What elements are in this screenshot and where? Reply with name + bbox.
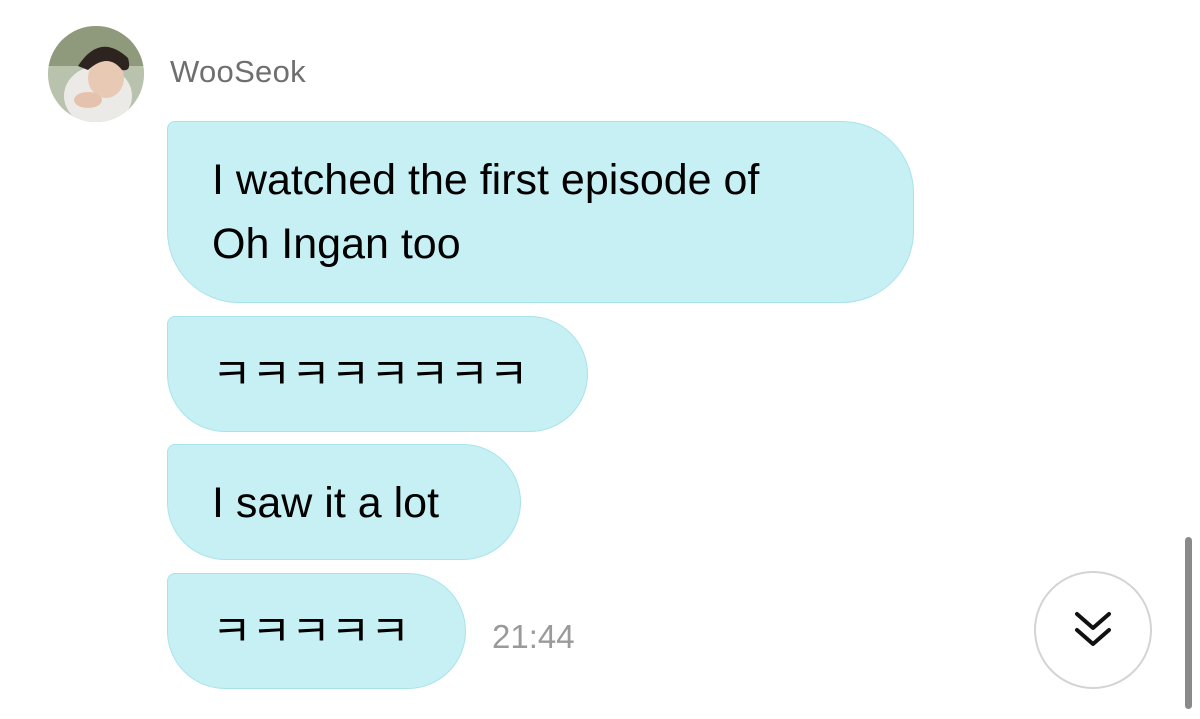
message-bubble[interactable]: ㅋㅋㅋㅋㅋ: [167, 573, 466, 689]
message-timestamp: 21:44: [492, 618, 575, 655]
sender-avatar[interactable]: [48, 26, 144, 122]
double-chevron-down-icon: [1075, 612, 1111, 646]
message-bubble[interactable]: ㅋㅋㅋㅋㅋㅋㅋㅋ: [167, 316, 588, 432]
message-text: I watched the first episode of: [212, 156, 760, 204]
message-bubble[interactable]: I saw it a lot: [167, 444, 521, 560]
sender-name: WooSeok: [170, 54, 306, 89]
scroll-to-bottom-button[interactable]: [1034, 571, 1152, 689]
profile-photo-icon: [48, 26, 144, 122]
message-text: I saw it a lot: [212, 479, 440, 527]
message-text: Oh Ingan too: [212, 220, 461, 268]
message-text: ㅋㅋㅋㅋㅋㅋㅋㅋ: [212, 351, 529, 399]
scrollbar-thumb[interactable]: [1185, 537, 1192, 709]
message-bubble[interactable]: I watched the first episode of Oh Ingan …: [167, 121, 914, 303]
chat-screen: WooSeok I watched the first episode of O…: [0, 0, 1200, 719]
message-text: ㅋㅋㅋㅋㅋ: [212, 608, 410, 656]
